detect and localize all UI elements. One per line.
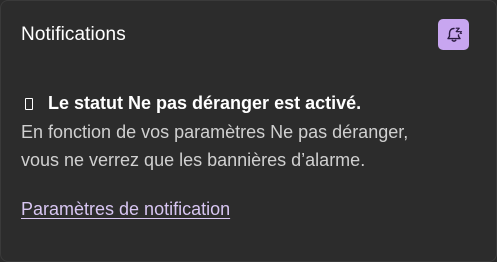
bell-snooze-icon [445, 26, 463, 44]
do-not-disturb-toggle-button[interactable] [438, 19, 469, 50]
description-line-1: En fonction de vos paramètres Ne pas dér… [21, 122, 409, 142]
dnd-status-title: Le statut Ne pas déranger est activé. [48, 93, 362, 113]
description-line-2: vous ne verrez que les bannières d’alarm… [21, 150, 366, 170]
dnd-status-description: En fonction de vos paramètres Ne pas dér… [21, 118, 491, 174]
notification-panel: Notifications Le statut Ne pas déranger … [0, 0, 497, 262]
placeholder-glyph-icon [25, 98, 33, 110]
notification-settings-link[interactable]: Paramètres de notification [21, 197, 230, 221]
dnd-status-message: Le statut Ne pas déranger est activé. [21, 91, 361, 115]
panel-title: Notifications [21, 24, 126, 45]
